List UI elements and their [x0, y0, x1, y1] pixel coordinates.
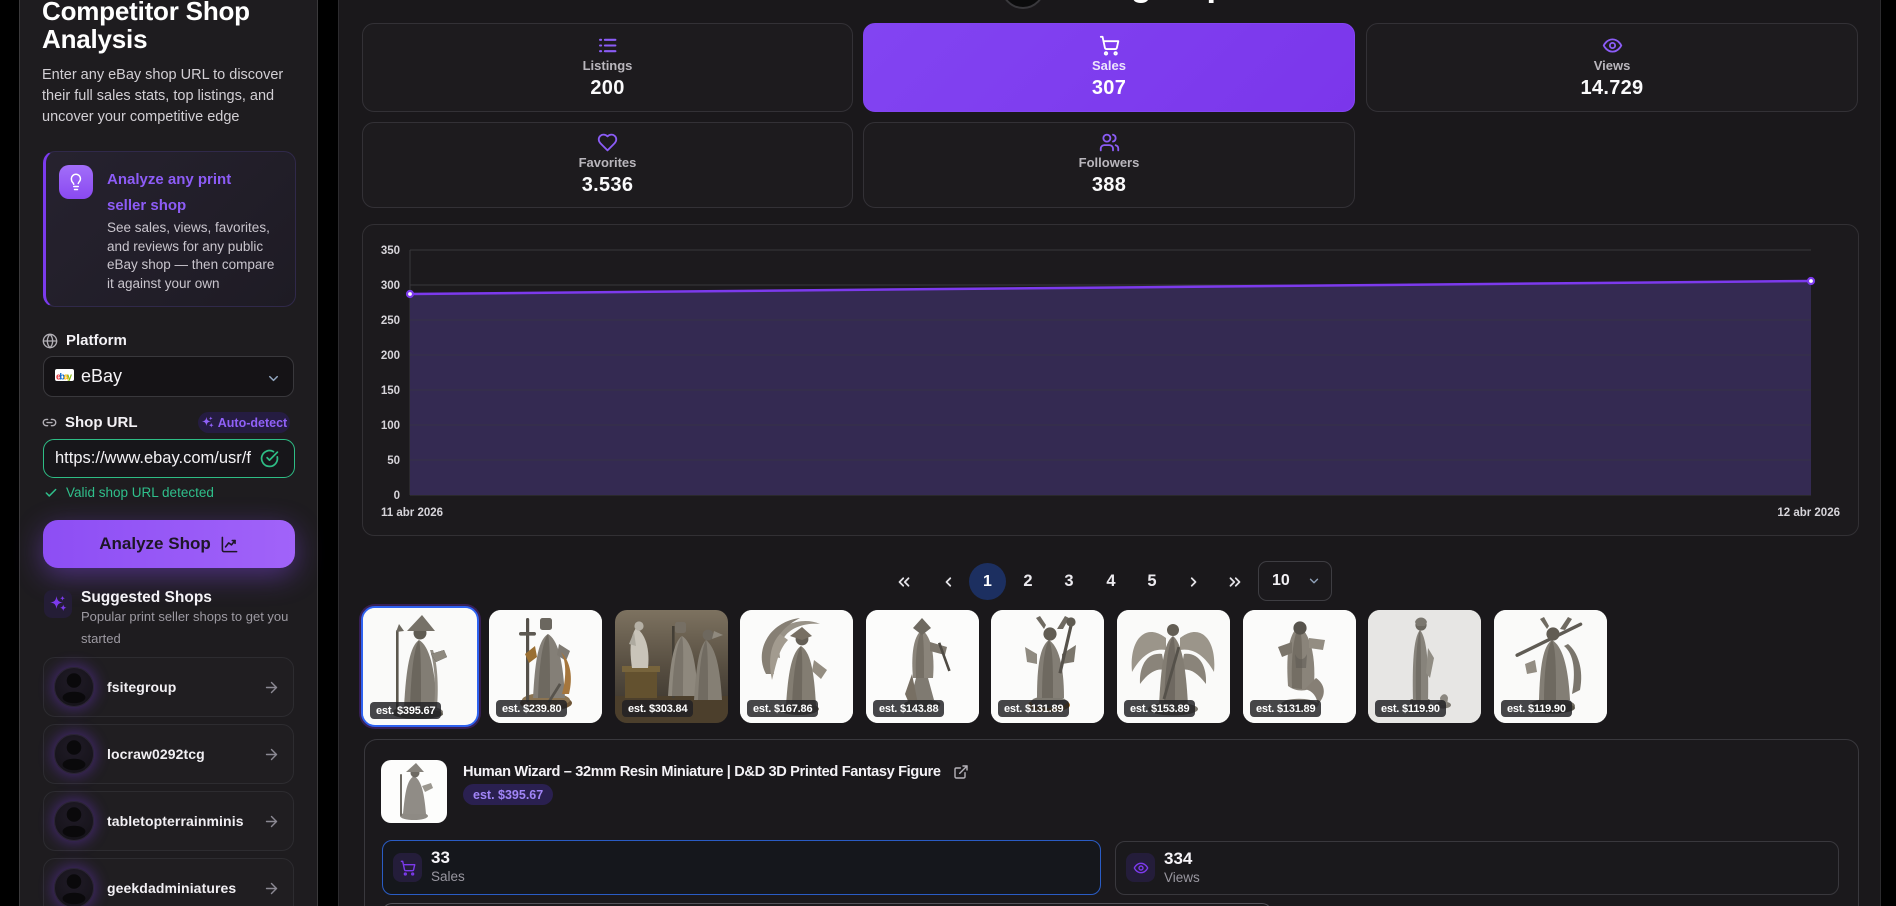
svg-text:ebay: ebay — [56, 372, 72, 382]
svg-text:250: 250 — [381, 315, 400, 327]
svg-text:300: 300 — [381, 280, 400, 292]
svg-text:100: 100 — [381, 420, 400, 432]
svg-text:200: 200 — [381, 350, 400, 362]
svg-text:150: 150 — [381, 385, 400, 397]
svg-text:350: 350 — [381, 245, 400, 257]
svg-text:0: 0 — [394, 490, 400, 502]
svg-text:12 abr 2026: 12 abr 2026 — [1777, 507, 1840, 519]
svg-text:50: 50 — [387, 455, 400, 467]
svg-text:11 abr 2026: 11 abr 2026 — [381, 507, 443, 519]
